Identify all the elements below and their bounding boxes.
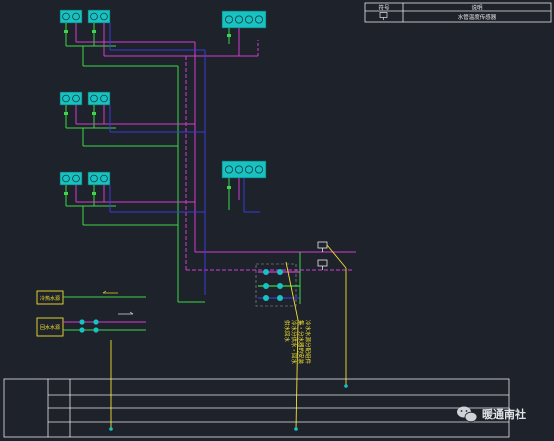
annotation-col-3: 冷水分供水・回水 [290,320,298,365]
manifold-pump-3 [263,283,269,289]
legend-table: 符号 说明 水管温度传感器 [364,2,552,23]
legend-header-symbol: 符号 [378,4,390,12]
leader-dot-right [344,384,348,388]
manifold-pump-5 [263,295,269,301]
title-block [3,378,510,438]
annotation-col-1: 冷水水源分配组件 [304,320,312,365]
unit-group-floor-3 [59,9,111,24]
riser-fittings [64,30,231,195]
vertical-annotations: 冷水水源分配组件 集・分水器的安装 冷水分供水・回水 供水回水 [283,320,312,365]
manifold-pump-6 [277,295,283,301]
leader-dot-mid [294,427,298,431]
temperature-sensor-icon [379,12,388,20]
unit-large-upper [221,10,267,29]
watermark-text: 暖通南社 [482,407,526,421]
blue-pipes [109,23,260,295]
manifold-pump-4 [277,283,283,289]
unit-large-lower [221,160,267,179]
legend-row-desc: 水管温度传感器 [458,13,497,21]
supply-source-label: 冷热水源 [40,295,60,302]
return-source-label: 回水水源 [40,324,60,331]
watermark: 暖通南社 [457,406,526,423]
return-pump-4 [93,327,99,333]
wechat-icon [457,406,478,423]
water-source-supply: 冷热水源 [36,290,146,305]
return-pump-1 [79,319,85,325]
annotation-col-2: 集・分水器的安装 [297,320,305,365]
leader-dot-left [109,427,113,431]
unit-group-floor-1 [59,171,111,186]
hvac-schematic-canvas: 符号 说明 水管温度传感器 冷水水源分配组件 集・分水器的安装 冷水分供水・回水… [3,2,552,438]
manifold-pump-2 [277,269,283,275]
manifold-pump-1 [263,269,269,275]
water-source-return: 回水水源 [36,311,146,337]
indoor-units [59,9,267,186]
temperature-sensor-icon [317,259,328,270]
return-pump-3 [79,327,85,333]
temperature-sensor-icon [317,241,328,252]
legend-header-desc: 说明 [471,4,483,12]
unit-group-floor-2 [59,91,111,106]
return-pump-2 [93,319,99,325]
annotation-col-4: 供水回水 [283,320,291,343]
